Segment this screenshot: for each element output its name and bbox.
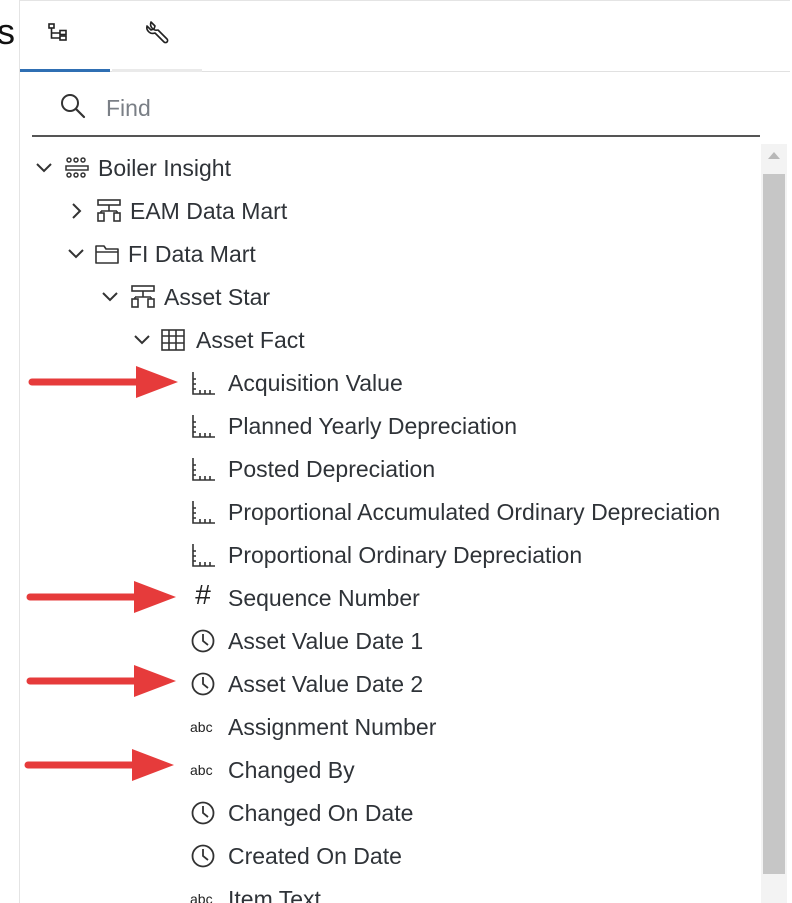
- tree-node-boiler-insight[interactable]: Boiler Insight: [34, 148, 294, 188]
- search-icon: [61, 94, 86, 119]
- tree-leaf-sequence-number[interactable]: # Sequence Number: [190, 578, 750, 618]
- tree-leaf-asset-value-date-1[interactable]: Asset Value Date 1: [190, 621, 750, 661]
- tree-leaf-label: Planned Yearly Depreciation: [228, 413, 517, 439]
- scrollbar-thumb[interactable]: [763, 174, 785, 874]
- table-icon: [161, 329, 185, 351]
- tree-node-label: Boiler Insight: [98, 155, 231, 181]
- tree-node-fi-data-mart[interactable]: FI Data Mart: [66, 234, 346, 274]
- tree-leaf-label: Acquisition Value: [228, 370, 403, 396]
- package-icon: [65, 157, 89, 178]
- chevron-down-icon[interactable]: [132, 330, 152, 350]
- clock-icon: [191, 672, 215, 696]
- tree-node-label: FI Data Mart: [128, 241, 256, 267]
- chevron-down-icon[interactable]: [100, 287, 120, 307]
- wrench-icon: [146, 21, 169, 44]
- tree-leaf-label: Asset Value Date 2: [228, 671, 424, 697]
- tree-leaf-changed-on-date[interactable]: Changed On Date: [190, 793, 750, 833]
- tree-node-label: EAM Data Mart: [130, 198, 288, 224]
- tab-bar: [20, 1, 790, 72]
- folder-icon: [95, 245, 119, 264]
- tree-node-asset-star[interactable]: Asset Star: [100, 277, 360, 317]
- tree-leaf-changed-by[interactable]: abc Changed By: [190, 750, 750, 790]
- cropped-text-fragment: s: [0, 11, 15, 52]
- tree-structure-icon: [48, 23, 67, 41]
- red-arrow-icon: [26, 581, 176, 613]
- tree-leaf-posted-depreciation[interactable]: Posted Depreciation: [190, 449, 750, 489]
- tree-leaf-planned-yearly-depreciation[interactable]: Planned Yearly Depreciation: [190, 406, 750, 446]
- tab-tools[interactable]: [112, 1, 202, 72]
- vertical-scrollbar[interactable]: [761, 144, 787, 903]
- tree-leaf-label: Proportional Accumulated Ordinary Deprec…: [228, 499, 721, 525]
- tree-node-label: Asset Fact: [196, 327, 305, 353]
- chevron-right-icon[interactable]: [66, 201, 86, 221]
- text-icon: abc: [190, 719, 213, 735]
- tree-leaf-assignment-number[interactable]: abc Assignment Number: [190, 707, 750, 747]
- tree-leaf-label: Changed On Date: [228, 800, 414, 826]
- star-schema-icon: [131, 285, 155, 308]
- red-arrow-icon: [24, 749, 174, 781]
- measure-icon: [192, 415, 215, 438]
- tab-data-tree[interactable]: [20, 1, 110, 72]
- measure-icon: [192, 501, 215, 524]
- clock-icon: [191, 629, 215, 653]
- tree-leaf-proportional-ordinary-depreciation[interactable]: Proportional Ordinary Depreciation: [190, 535, 750, 575]
- tree-leaf-label: Posted Depreciation: [228, 456, 436, 482]
- data-tree: Boiler Insight EAM Data Mart FI Data Mar…: [20, 144, 760, 903]
- chevron-down-icon[interactable]: [34, 158, 54, 178]
- tree-leaf-asset-value-date-2[interactable]: Asset Value Date 2: [190, 664, 750, 704]
- measure-icon: [192, 544, 215, 567]
- tree-leaf-label: Asset Value Date 1: [228, 628, 424, 654]
- measure-icon: [192, 372, 215, 395]
- search-bar: [32, 81, 760, 137]
- scroll-up-arrow-icon[interactable]: [768, 152, 780, 159]
- search-input[interactable]: [104, 89, 728, 127]
- text-icon: abc: [190, 891, 213, 903]
- measure-icon: [192, 458, 215, 481]
- tree-leaf-label: Assignment Number: [228, 714, 437, 740]
- star-schema-icon: [97, 199, 121, 222]
- text-icon: abc: [190, 762, 213, 778]
- tree-leaf-label: Item Text: [228, 886, 321, 903]
- tree-node-label: Asset Star: [164, 284, 271, 310]
- red-arrow-icon: [28, 366, 178, 398]
- tree-leaf-label: Sequence Number: [228, 585, 420, 611]
- chevron-down-icon[interactable]: [66, 244, 86, 264]
- clock-icon: [191, 844, 215, 868]
- tree-leaf-acquisition-value[interactable]: Acquisition Value: [190, 363, 750, 403]
- number-icon: #: [195, 579, 211, 610]
- tree-leaf-proportional-accumulated-ordinary-depreciation[interactable]: Proportional Accumulated Ordinary Deprec…: [190, 492, 760, 532]
- tree-leaf-label: Created On Date: [228, 843, 402, 869]
- red-arrow-icon: [26, 665, 176, 697]
- tree-leaf-label: Proportional Ordinary Depreciation: [228, 542, 583, 568]
- tree-leaf-label: Changed By: [228, 757, 355, 783]
- tree-leaf-item-text[interactable]: abc Item Text: [190, 879, 750, 903]
- tree-leaf-created-on-date[interactable]: Created On Date: [190, 836, 750, 876]
- clock-icon: [191, 801, 215, 825]
- tree-node-eam-data-mart[interactable]: EAM Data Mart: [66, 191, 346, 231]
- tree-node-asset-fact[interactable]: Asset Fact: [132, 320, 392, 360]
